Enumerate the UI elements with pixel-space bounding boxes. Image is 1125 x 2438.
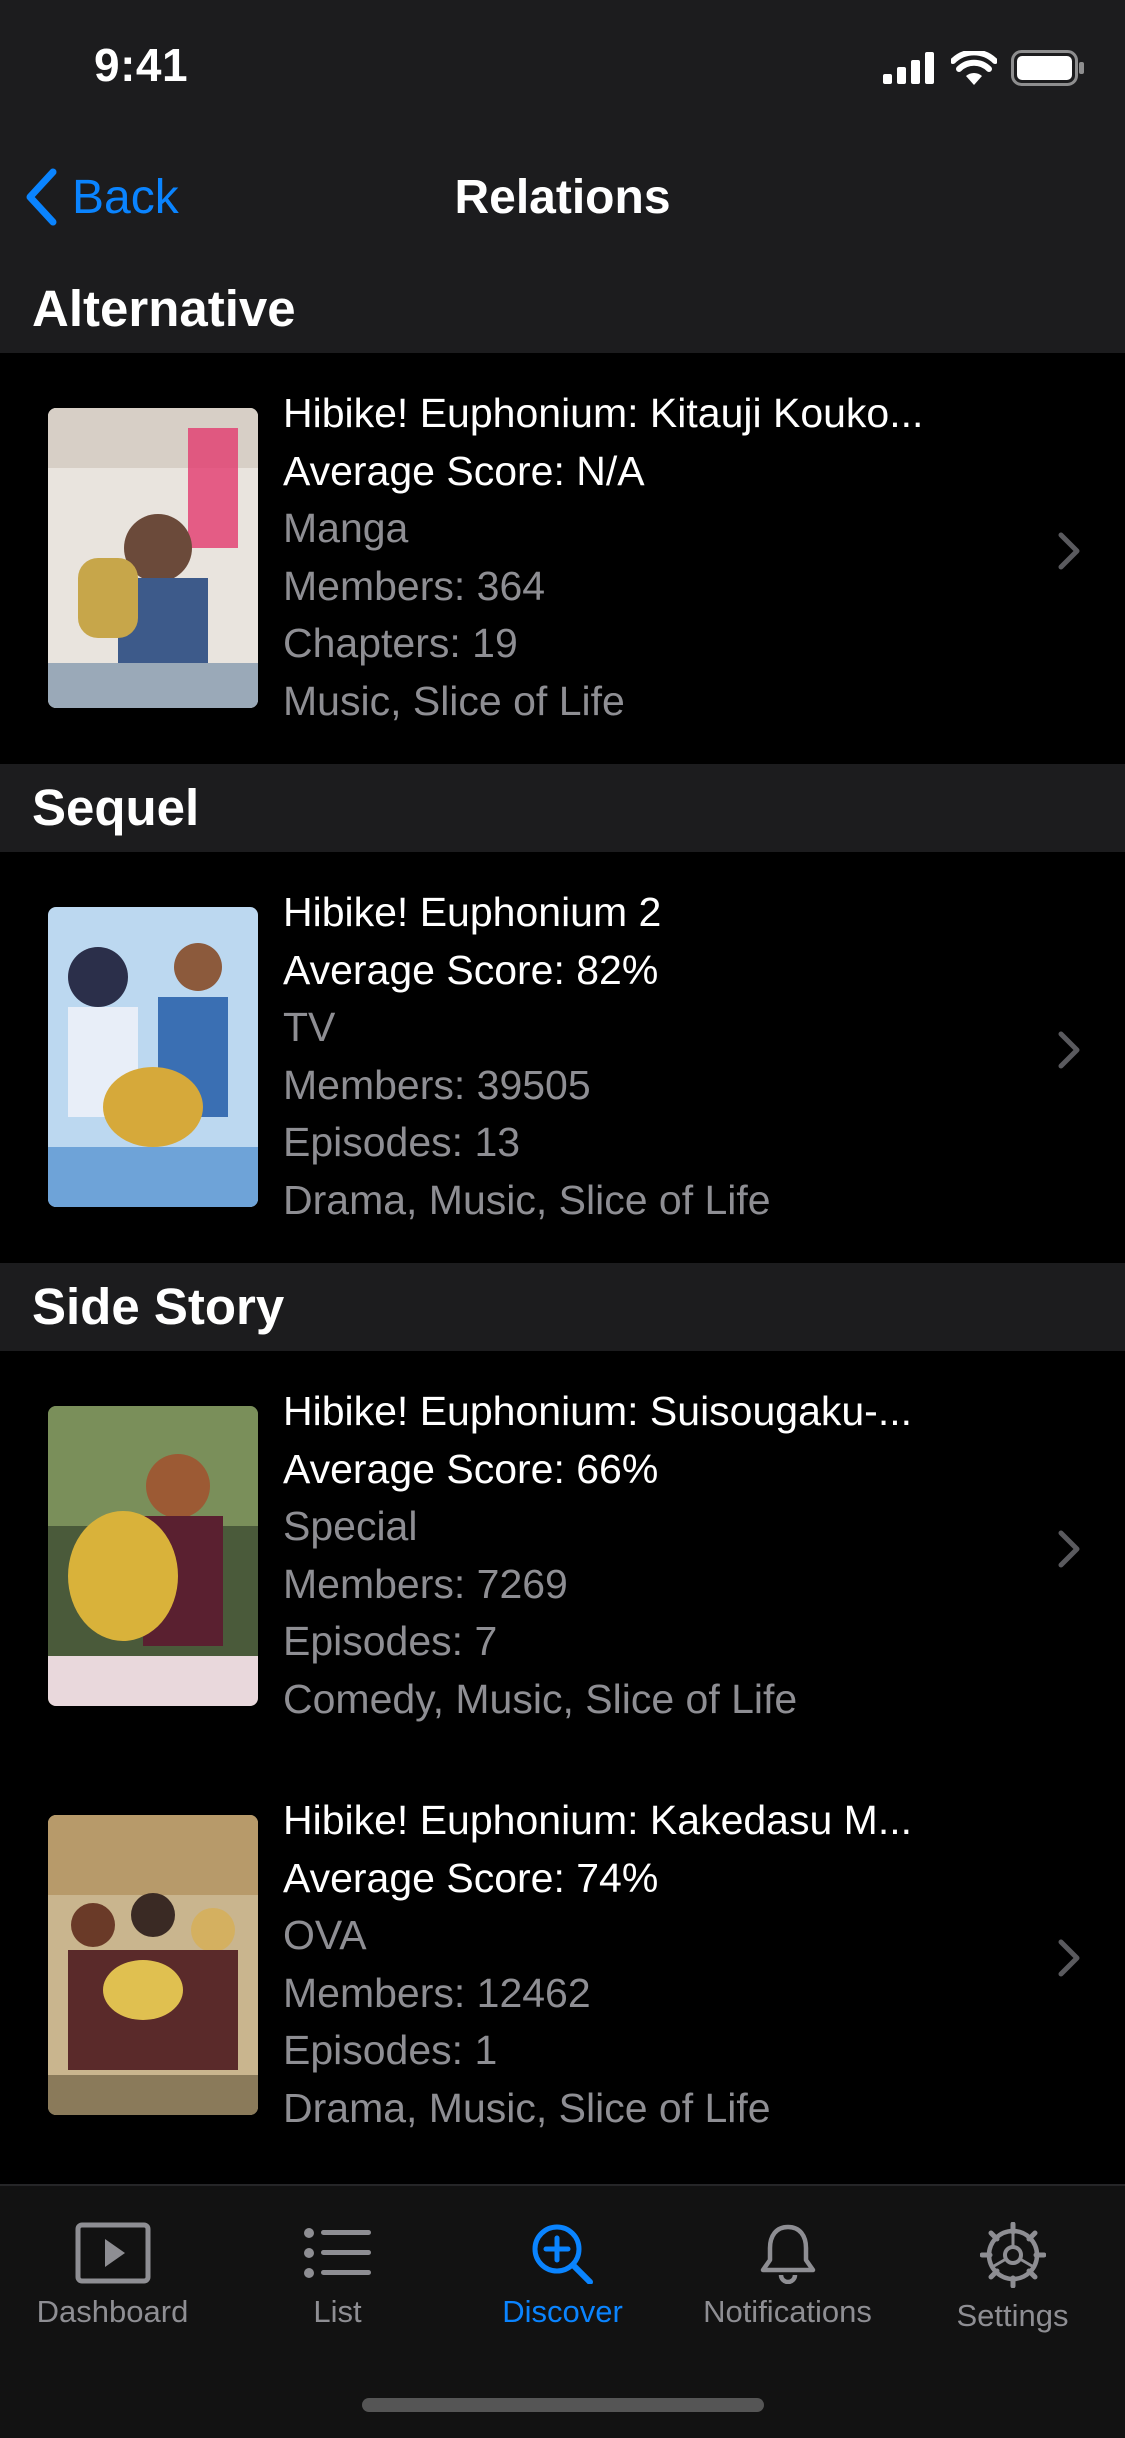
item-score: Average Score: 74% — [283, 1854, 659, 1901]
section-header-sequel: Sequel — [0, 764, 1125, 852]
item-genres: Drama, Music, Slice of Life — [283, 1176, 771, 1223]
chevron-right-icon — [1058, 1031, 1080, 1069]
home-indicator — [362, 2398, 764, 2412]
item-format: Special — [283, 1503, 418, 1549]
section-title: Side Story — [32, 1278, 285, 1335]
status-icons — [883, 50, 1085, 86]
nav-bar: Back Relations — [0, 140, 1125, 266]
item-count: Episodes: 13 — [283, 1119, 521, 1165]
item-format: TV — [283, 1004, 336, 1050]
item-details: Hibike! Euphonium: Kakedasu M... Average… — [283, 1792, 1023, 2137]
item-title: Hibike! Euphonium: Kitauji Kouko... — [283, 390, 924, 436]
item-members: Members: 7269 — [283, 1560, 568, 1607]
item-format: Manga — [283, 505, 409, 551]
tab-label: List — [313, 2294, 362, 2329]
list-icon — [303, 2228, 371, 2278]
tab-label: Discover — [502, 2294, 623, 2329]
item-score: Average Score: N/A — [283, 447, 645, 494]
list-item[interactable]: Hibike! Euphonium: Kitauji Kouko... Aver… — [0, 353, 1125, 761]
cover-image — [48, 1815, 258, 2115]
section-title: Alternative — [32, 280, 296, 337]
cover-image — [48, 1406, 258, 1706]
cover-image — [48, 907, 258, 1207]
section-header-alternative: Alternative — [0, 265, 1125, 353]
tab-label: Notifications — [703, 2294, 872, 2329]
item-count: Chapters: 19 — [283, 620, 518, 666]
item-details: Hibike! Euphonium: Suisougaku-... Averag… — [283, 1383, 1023, 1728]
item-format: OVA — [283, 1912, 367, 1958]
item-title: Hibike! Euphonium: Kakedasu M... — [283, 1797, 912, 1843]
item-count: Episodes: 7 — [283, 1618, 498, 1664]
chevron-right-icon — [1058, 1530, 1080, 1568]
item-genres: Music, Slice of Life — [283, 677, 625, 724]
item-members: Members: 364 — [283, 562, 546, 609]
item-details: Hibike! Euphonium 2 Average Score: 82% T… — [283, 884, 1023, 1229]
battery-icon — [1011, 50, 1084, 86]
bell-icon — [760, 2224, 815, 2284]
chevron-right-icon — [1058, 1939, 1080, 1977]
tab-settings[interactable]: Settings — [900, 2222, 1125, 2334]
item-details: Hibike! Euphonium: Kitauji Kouko... Aver… — [283, 385, 1023, 730]
cover-image — [48, 408, 258, 708]
list-item[interactable]: Hibike! Euphonium 2 Average Score: 82% T… — [0, 852, 1125, 1260]
tab-notifications[interactable]: Notifications — [675, 2222, 900, 2330]
item-members: Members: 39505 — [283, 1061, 591, 1108]
tab-label: Dashboard — [36, 2294, 189, 2329]
page-title: Relations — [454, 171, 671, 224]
status-time: 9:41 — [94, 39, 189, 91]
tab-dashboard[interactable]: Dashboard — [0, 2222, 225, 2330]
item-members: Members: 12462 — [283, 1969, 591, 2016]
item-genres: Drama, Music, Slice of Life — [283, 2084, 771, 2131]
item-count: Episodes: 1 — [283, 2027, 498, 2073]
status-bar: 9:41 — [0, 0, 1125, 140]
tab-discover[interactable]: Discover — [450, 2222, 675, 2330]
play-icon — [75, 2222, 150, 2284]
section-header-side-story: Side Story — [0, 1263, 1125, 1351]
list-item[interactable]: Hibike! Euphonium: Kakedasu M... Average… — [0, 1760, 1125, 2168]
item-score: Average Score: 82% — [283, 946, 659, 993]
item-title: Hibike! Euphonium 2 — [283, 889, 662, 935]
signal-icon — [883, 52, 934, 84]
tab-list[interactable]: List — [225, 2222, 450, 2330]
gear-icon — [979, 2222, 1046, 2288]
discover-icon — [532, 2224, 593, 2284]
list-item[interactable]: Hibike! Euphonium: Suisougaku-... Averag… — [0, 1351, 1125, 1759]
wifi-icon — [951, 51, 997, 85]
item-score: Average Score: 66% — [283, 1445, 659, 1492]
item-title: Hibike! Euphonium: Suisougaku-... — [283, 1388, 913, 1434]
tab-label: Settings — [956, 2298, 1069, 2333]
chevron-right-icon — [1058, 532, 1080, 570]
section-title: Sequel — [32, 779, 200, 836]
item-genres: Comedy, Music, Slice of Life — [283, 1675, 798, 1722]
